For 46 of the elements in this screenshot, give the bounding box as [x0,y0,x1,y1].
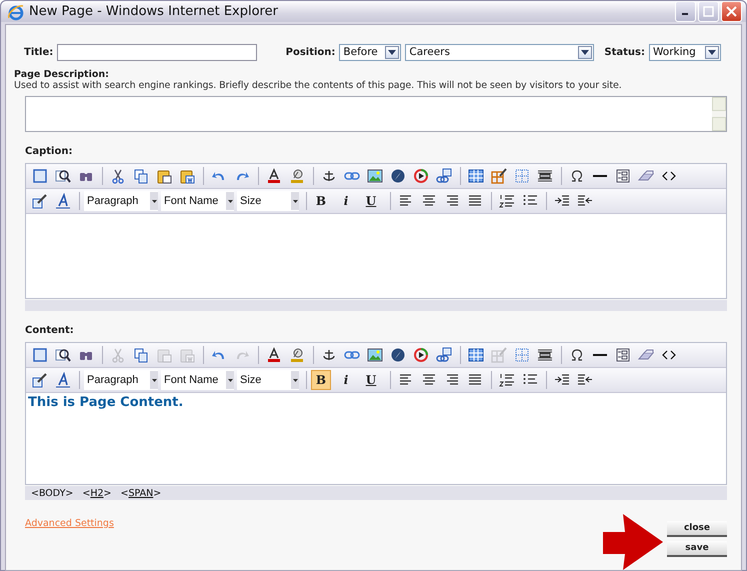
action-button[interactable]: close [667,521,727,537]
format-button[interactable]: i [336,370,356,390]
action-button[interactable]: save [667,541,727,557]
window-title: New Page - Windows Internet Explorer [29,4,279,19]
format-button[interactable]: U [361,191,381,211]
page-description-label: Page Description: [14,69,110,80]
caret-icon [388,50,396,54]
tag-path-link[interactable]: <SPAN> [120,488,162,498]
format-button[interactable]: U [361,370,381,390]
status-dropdown[interactable]: Working [649,44,721,60]
format-button[interactable]: B [311,370,331,390]
format-button[interactable]: B [311,191,331,211]
caret-icon [152,200,156,202]
page-description-hint: Used to assist with search engine rankings. Briefly describe the contents of this page. This will not be seen by visitors to your site. [14,80,623,91]
minimize-button[interactable] [675,1,696,22]
format-dropdown[interactable]: Paragraph [84,191,158,211]
editor-label: Content: [25,325,75,336]
position-label: Position: [286,46,336,58]
page-description-field[interactable] [25,96,727,132]
status-label: Status: [604,46,645,58]
caret-icon [581,50,590,54]
caret-icon [708,50,716,54]
page-content-text: This is Page Content. [28,395,184,410]
close-icon [726,6,737,17]
caret-icon [152,378,156,382]
maximize-icon [703,6,714,17]
position-dropdown[interactable]: Before [339,44,402,60]
caret-icon [228,378,232,382]
format-button[interactable]: i [336,191,356,211]
title-field[interactable] [57,44,258,60]
caret-icon [292,378,298,382]
tag-path-item: <BODY> [31,488,74,498]
format-dropdown[interactable]: Font Name [161,370,234,390]
tag-path-link[interactable]: <H2> [82,488,112,498]
format-dropdown[interactable]: Font Name [161,191,234,211]
format-dropdown[interactable]: Paragraph [84,370,158,390]
format-dropdown[interactable]: Size [237,370,299,390]
close-button[interactable] [721,1,742,22]
arrow-icon [603,514,663,570]
format-dropdown[interactable]: Size [237,191,299,211]
page-dropdown[interactable]: Careers [405,44,594,60]
editor-label: Caption: [25,146,74,157]
caret-icon [292,200,298,202]
caret-icon [228,200,232,202]
title-label: Title: [24,46,54,58]
browser-logo-icon [7,2,25,20]
